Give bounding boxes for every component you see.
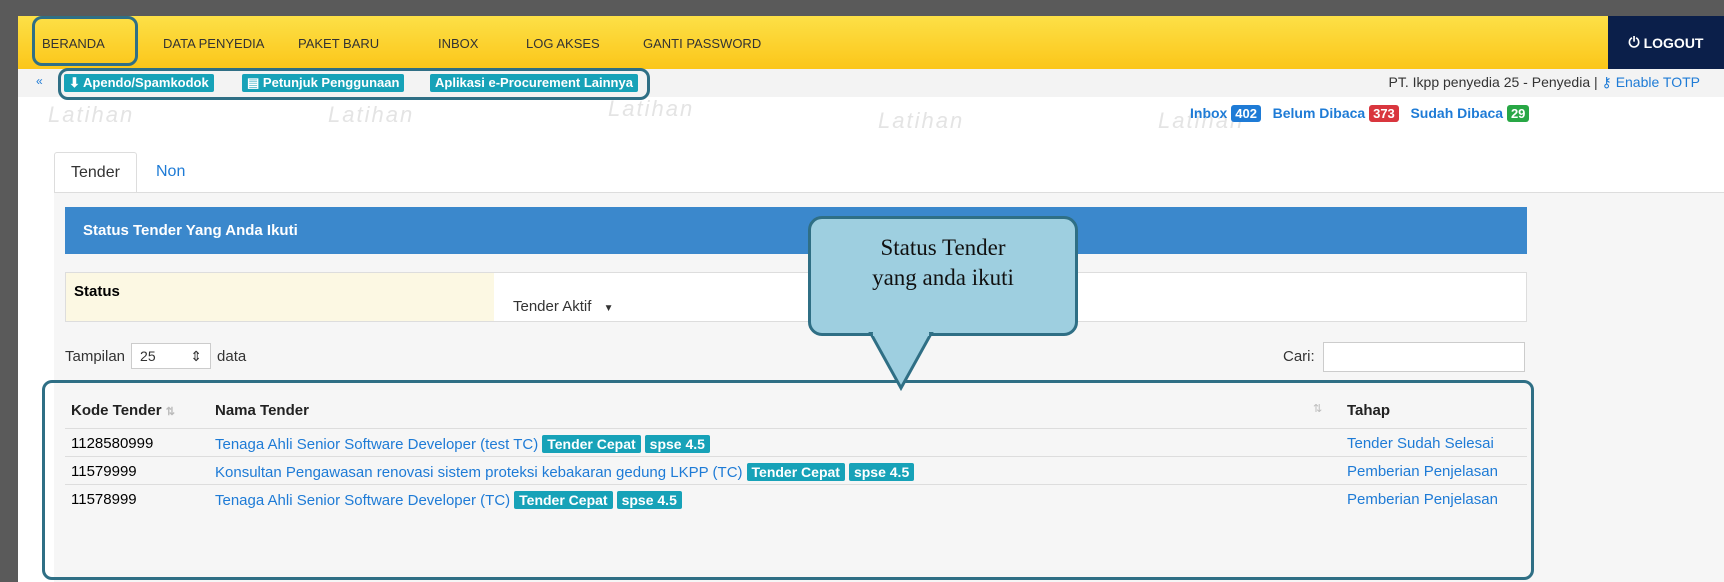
- inbox-link[interactable]: Inbox: [1190, 105, 1227, 121]
- callout-bubble: Status Tender yang anda ikuti: [808, 216, 1078, 336]
- status-filter-row: Status: [65, 272, 1527, 322]
- panel-title: Status Tender Yang Anda Ikuti: [65, 207, 1527, 254]
- read-link[interactable]: Sudah Dibaca: [1410, 105, 1503, 121]
- nav-item-log-akses[interactable]: LOG AKSES: [526, 36, 600, 51]
- power-icon: ⏻: [1628, 34, 1640, 50]
- sort-arrows-icon: ⇕: [190, 347, 203, 364]
- logout-button[interactable]: ⏻ LOGOUT: [1608, 16, 1724, 69]
- browser-page: BERANDA DATA PENYEDIA PAKET BARU INBOX L…: [18, 16, 1724, 582]
- inbox-counters: Inbox 402 Belum Dibaca 373 Sudah Dibaca …: [1190, 105, 1530, 122]
- highlight-tender-table: [42, 380, 1534, 580]
- tab-tender[interactable]: Tender: [54, 152, 137, 194]
- watermark-text: Latihan: [878, 108, 965, 133]
- unread-count-badge: 373: [1369, 105, 1399, 122]
- nav-item-ganti-password[interactable]: GANTI PASSWORD: [643, 36, 761, 51]
- data-label: data: [217, 347, 247, 365]
- highlight-beranda: [32, 16, 138, 66]
- user-info: PT. Ikpp penyedia 25 - Penyedia | ⚷ Enab…: [1389, 74, 1700, 91]
- callout-line1: Status Tender: [880, 235, 1006, 260]
- inbox-count-badge: 402: [1231, 105, 1261, 122]
- page-length-value: 25: [140, 348, 156, 364]
- read-count-badge: 29: [1506, 105, 1530, 122]
- status-label: Status: [66, 273, 494, 321]
- logout-label: LOGOUT: [1643, 34, 1704, 51]
- caret-down-icon: ▼: [603, 303, 614, 314]
- unread-link[interactable]: Belum Dibaca: [1273, 105, 1366, 121]
- page-length-select[interactable]: 25 ⇕: [131, 343, 212, 369]
- watermark-text: Latihan: [328, 102, 415, 127]
- callout-line2: yang anda ikuti: [872, 265, 1014, 290]
- callout-pointer: [868, 332, 934, 392]
- collapse-chevron-icon[interactable]: «: [36, 74, 43, 88]
- key-icon: ⚷: [1601, 74, 1612, 90]
- user-name: PT. Ikpp penyedia 25 - Penyedia |: [1388, 74, 1598, 90]
- watermark-text: Latihan: [48, 102, 135, 127]
- status-selected-value: Tender Aktif: [513, 298, 592, 315]
- nav-item-paket-baru[interactable]: PAKET BARU: [298, 36, 379, 51]
- page-length-control: Tampilan 25 ⇕ data: [65, 343, 246, 369]
- page-length-label: Tampilan: [65, 347, 126, 365]
- nav-item-data-penyedia[interactable]: DATA PENYEDIA: [163, 36, 264, 51]
- tab-non-tender[interactable]: Non Tender: [140, 152, 221, 220]
- nav-item-inbox[interactable]: INBOX: [438, 36, 478, 51]
- status-dropdown[interactable]: Tender Aktif ▼: [513, 298, 613, 315]
- top-navbar: BERANDA DATA PENYEDIA PAKET BARU INBOX L…: [18, 16, 1724, 69]
- search-label: Cari:: [1283, 348, 1315, 365]
- highlight-toolbar-buttons: [58, 68, 650, 100]
- enable-totp-link[interactable]: Enable TOTP: [1616, 74, 1700, 90]
- search-input[interactable]: [1323, 342, 1525, 372]
